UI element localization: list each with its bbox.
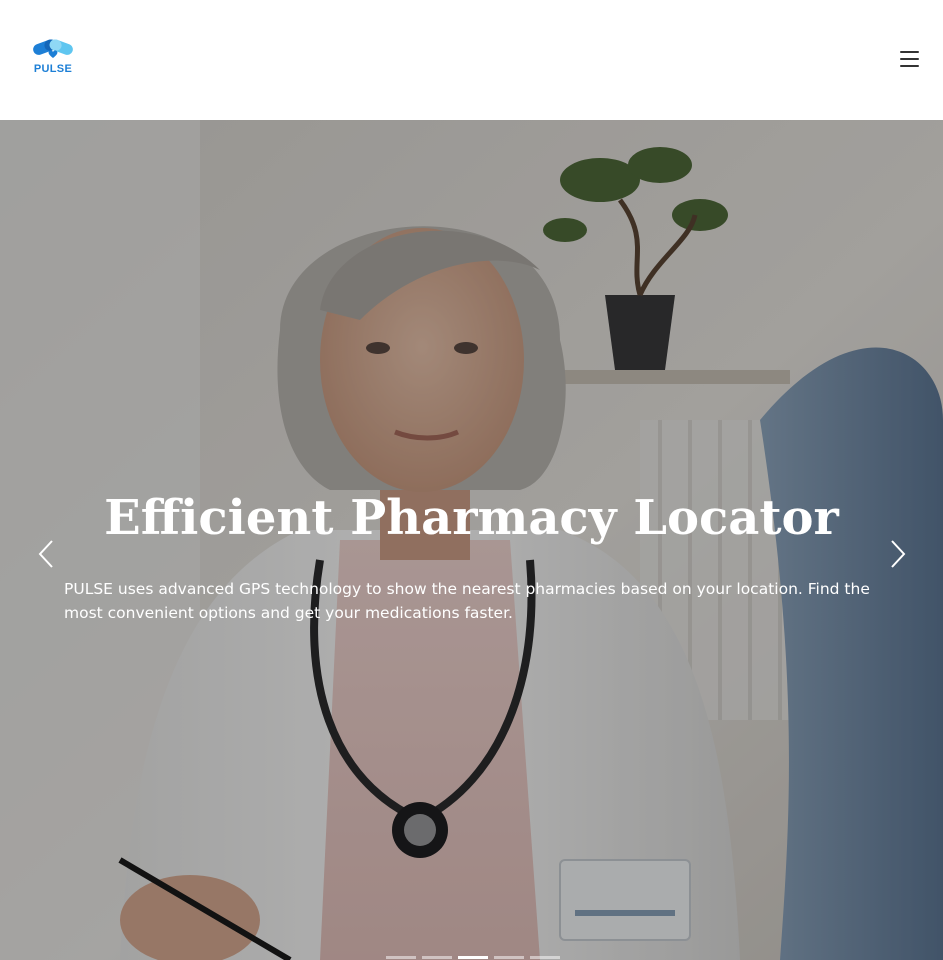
carousel-indicator-1[interactable] <box>386 956 416 959</box>
menu-bar <box>899 65 919 67</box>
hero-carousel: Efficient Pharmacy Locator PULSE uses ad… <box>0 120 943 960</box>
menu-bar <box>899 58 919 60</box>
chevron-left-icon <box>38 540 53 568</box>
hamburger-menu-icon[interactable] <box>895 47 923 71</box>
carousel-prev-button[interactable] <box>32 536 62 572</box>
carousel-indicators <box>386 956 560 960</box>
brand-logo[interactable]: PULSE <box>30 38 76 80</box>
carousel-indicator-4[interactable] <box>494 956 524 959</box>
capsule-heart-logo-icon <box>33 39 73 58</box>
slide-title: Efficient Pharmacy Locator <box>104 490 839 546</box>
site-header: PULSE <box>0 0 943 120</box>
carousel-indicator-5[interactable] <box>530 956 560 959</box>
brand-name: PULSE <box>33 63 73 75</box>
menu-bar <box>899 51 919 53</box>
carousel-indicator-3[interactable] <box>458 956 488 959</box>
slide-description: PULSE uses advanced GPS technology to sh… <box>64 580 870 622</box>
carousel-next-button[interactable] <box>882 536 912 572</box>
carousel-indicator-2[interactable] <box>422 956 452 959</box>
chevron-right-icon <box>891 540 906 568</box>
